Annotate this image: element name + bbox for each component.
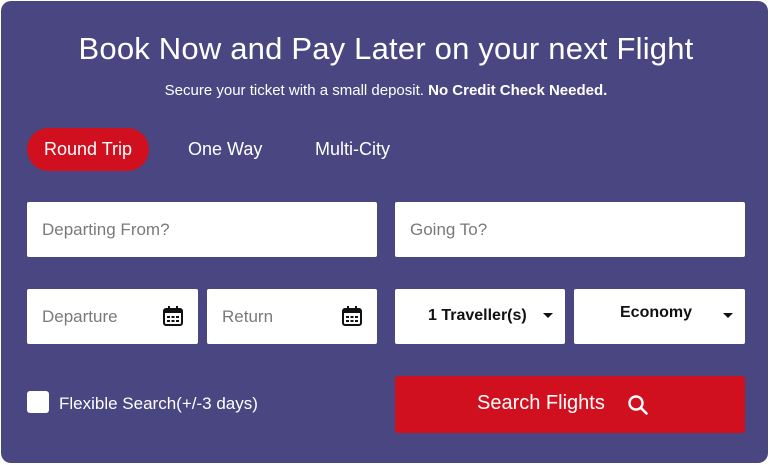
caret-down-icon [723,313,733,318]
page-title: Book Now and Pay Later on your next Flig… [78,31,694,66]
page-subtitle: Secure your ticket with a small deposit.… [1,82,770,99]
caret-down-icon [543,313,553,318]
flexible-search-label: Flexible Search(+/-3 days) [59,394,258,413]
booking-panel: Book Now and Pay Later on your next Flig… [1,1,768,463]
travellers-value: 1 Traveller(s) [428,307,527,324]
subtitle-text: Secure your ticket with a small deposit. [164,82,424,99]
calendar-icon[interactable] [162,305,184,327]
departing-from-field [27,202,377,257]
return-date-input[interactable] [222,289,332,344]
cabin-class-select[interactable]: Economy [574,289,745,344]
departure-date-input[interactable] [42,289,152,344]
departing-from-input[interactable] [42,202,362,257]
flexible-search-checkbox[interactable] [27,391,49,413]
tab-one-way[interactable]: One Way [188,128,262,171]
going-to-input[interactable] [410,202,730,257]
return-date-field [207,289,377,344]
going-to-field [395,202,745,257]
departure-date-field [27,289,198,344]
tab-multi-city[interactable]: Multi-City [315,128,390,171]
calendar-icon[interactable] [341,305,363,327]
cabin-class-value: Economy [620,304,693,321]
tab-round-trip[interactable]: Round Trip [27,128,150,171]
search-icon [628,395,648,415]
search-flights-button[interactable]: Search Flights [395,376,745,433]
search-flights-label: Search Flights [477,392,605,414]
travellers-select[interactable]: 1 Traveller(s) [395,289,565,344]
subtitle-emphasis: No Credit Check Needed. [428,82,608,99]
